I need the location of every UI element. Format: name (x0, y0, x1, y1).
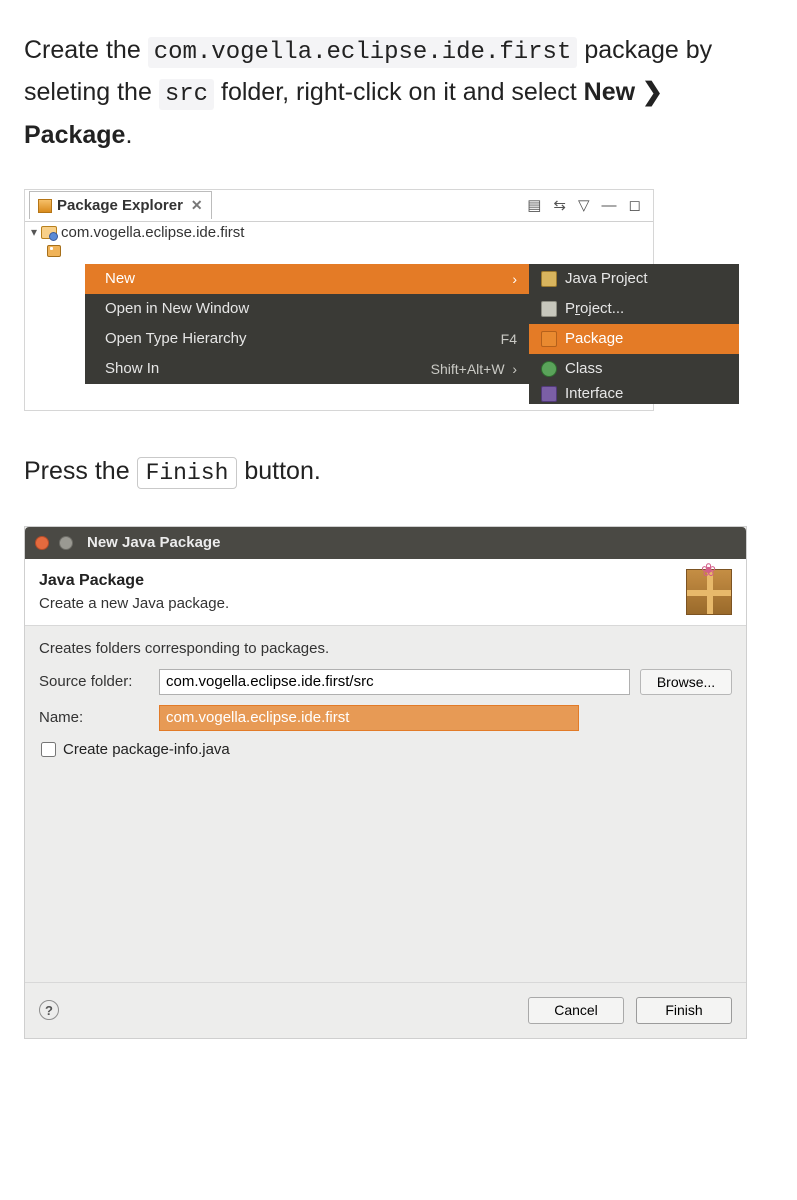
name-label: Name: (39, 709, 149, 726)
label: Open Type Hierarchy (105, 330, 246, 347)
menu-item-show-in[interactable]: Show In Shift+Alt+W › (85, 354, 529, 384)
package-info-row: Create package-info.java (39, 741, 732, 758)
code-package-name: com.vogella.eclipse.ide.first (148, 37, 578, 68)
checkbox-label: Create package-info.java (63, 741, 230, 758)
label: Show In (105, 360, 159, 377)
new-submenu: Java Project Project... Package Class In… (529, 264, 739, 404)
menu-item-open-type-hierarchy[interactable]: Open Type Hierarchy F4 (85, 324, 529, 354)
expand-icon[interactable]: ▾ (31, 225, 37, 239)
src-node[interactable]: src (25, 243, 653, 259)
java-project-icon (541, 271, 557, 287)
menu-item-java-project[interactable]: Java Project (529, 264, 739, 294)
text: . (125, 121, 132, 149)
body-hint: Creates folders corresponding to package… (39, 640, 732, 657)
text: Create the (24, 36, 148, 64)
browse-button[interactable]: Browse... (640, 669, 732, 695)
dialog-body: Creates folders corresponding to package… (25, 626, 746, 772)
menu-item-interface[interactable]: Interface (529, 384, 739, 404)
instruction-paragraph-2: Press the Finish button. (24, 451, 773, 492)
screenshot-package-explorer: Package Explorer ✕ ▤ ⇆ ▽ — ◻ ▾ com.vogel… (24, 189, 654, 411)
tab-label: Package Explorer (57, 197, 183, 214)
code-src: src (159, 79, 214, 110)
label: Class (565, 360, 603, 377)
header-subtitle: Create a new Java package. (39, 595, 686, 612)
package-explorer-icon (38, 199, 52, 213)
cancel-button[interactable]: Cancel (528, 997, 624, 1024)
menu-path-package: Package (24, 121, 125, 149)
source-folder-icon (47, 245, 61, 257)
new-java-package-dialog: New Java Package Java Package Create a n… (24, 526, 747, 1039)
project-icon (541, 301, 557, 317)
menu-path-new: New (584, 78, 635, 106)
name-row: Name: (39, 705, 732, 731)
close-tab-icon[interactable]: ✕ (191, 197, 203, 214)
view-toolbar: ▤ ⇆ ▽ — ◻ (527, 196, 653, 214)
menu-item-open-in-new-window[interactable]: Open in New Window (85, 294, 529, 324)
label: New (105, 270, 135, 287)
shortcut: F4 (501, 331, 517, 347)
help-icon[interactable]: ? (39, 1000, 59, 1020)
interface-icon (541, 386, 557, 402)
dialog-header: Java Package Create a new Java package. … (25, 559, 746, 626)
window-close-icon[interactable] (35, 536, 49, 550)
text: folder, right-click on it and select (221, 78, 584, 106)
header-title: Java Package (39, 572, 686, 590)
source-folder-row: Source folder: Browse... (39, 669, 732, 695)
project-icon (41, 226, 57, 239)
link-editor-icon[interactable]: ⇆ (553, 196, 566, 214)
submenu-arrow-icon: › (512, 271, 517, 287)
view-tabbar: Package Explorer ✕ ▤ ⇆ ▽ — ◻ (25, 190, 653, 222)
source-folder-label: Source folder: (39, 673, 149, 690)
label: Open in New Window (105, 300, 249, 317)
package-icon (541, 331, 557, 347)
text: button. (244, 457, 320, 485)
label: Java Project (565, 270, 648, 287)
view-menu-icon[interactable]: ▽ (578, 196, 590, 214)
minimize-view-icon[interactable]: — (602, 197, 617, 214)
label: Interface (565, 385, 623, 402)
source-folder-input[interactable] (159, 669, 630, 695)
menu-item-new[interactable]: New › (85, 264, 529, 294)
label: Package (565, 330, 623, 347)
package-banner-icon: ❀ (686, 569, 732, 615)
menu-item-class[interactable]: Class (529, 354, 739, 384)
instruction-paragraph-1: Create the com.vogella.eclipse.ide.first… (24, 30, 773, 155)
project-node[interactable]: ▾ com.vogella.eclipse.ide.first (25, 222, 653, 243)
label: Project... (565, 300, 624, 317)
name-input[interactable] (159, 705, 579, 731)
class-icon (541, 361, 557, 377)
tree-view: ▾ com.vogella.eclipse.ide.first src New … (25, 222, 653, 410)
create-package-info-checkbox[interactable] (41, 742, 56, 757)
finish-button-label: Finish (137, 457, 238, 489)
finish-button[interactable]: Finish (636, 997, 732, 1024)
maximize-view-icon[interactable]: ◻ (629, 196, 641, 214)
shortcut: Shift+Alt+W › (431, 361, 517, 377)
package-explorer-tab[interactable]: Package Explorer ✕ (29, 191, 212, 219)
project-label: com.vogella.eclipse.ide.first (61, 224, 244, 241)
context-menu: New › Open in New Window Open Type Hiera… (85, 264, 529, 384)
menu-item-package[interactable]: Package (529, 324, 739, 354)
collapse-icon[interactable]: ▤ (527, 196, 541, 214)
chevron-icon: ❯ (642, 78, 663, 106)
dialog-title: New Java Package (87, 534, 220, 551)
dialog-titlebar: New Java Package (25, 527, 746, 559)
dialog-footer: ? Cancel Finish (25, 982, 746, 1038)
text: Press the (24, 457, 137, 485)
menu-item-project[interactable]: Project... (529, 294, 739, 324)
window-minimize-icon[interactable] (59, 536, 73, 550)
